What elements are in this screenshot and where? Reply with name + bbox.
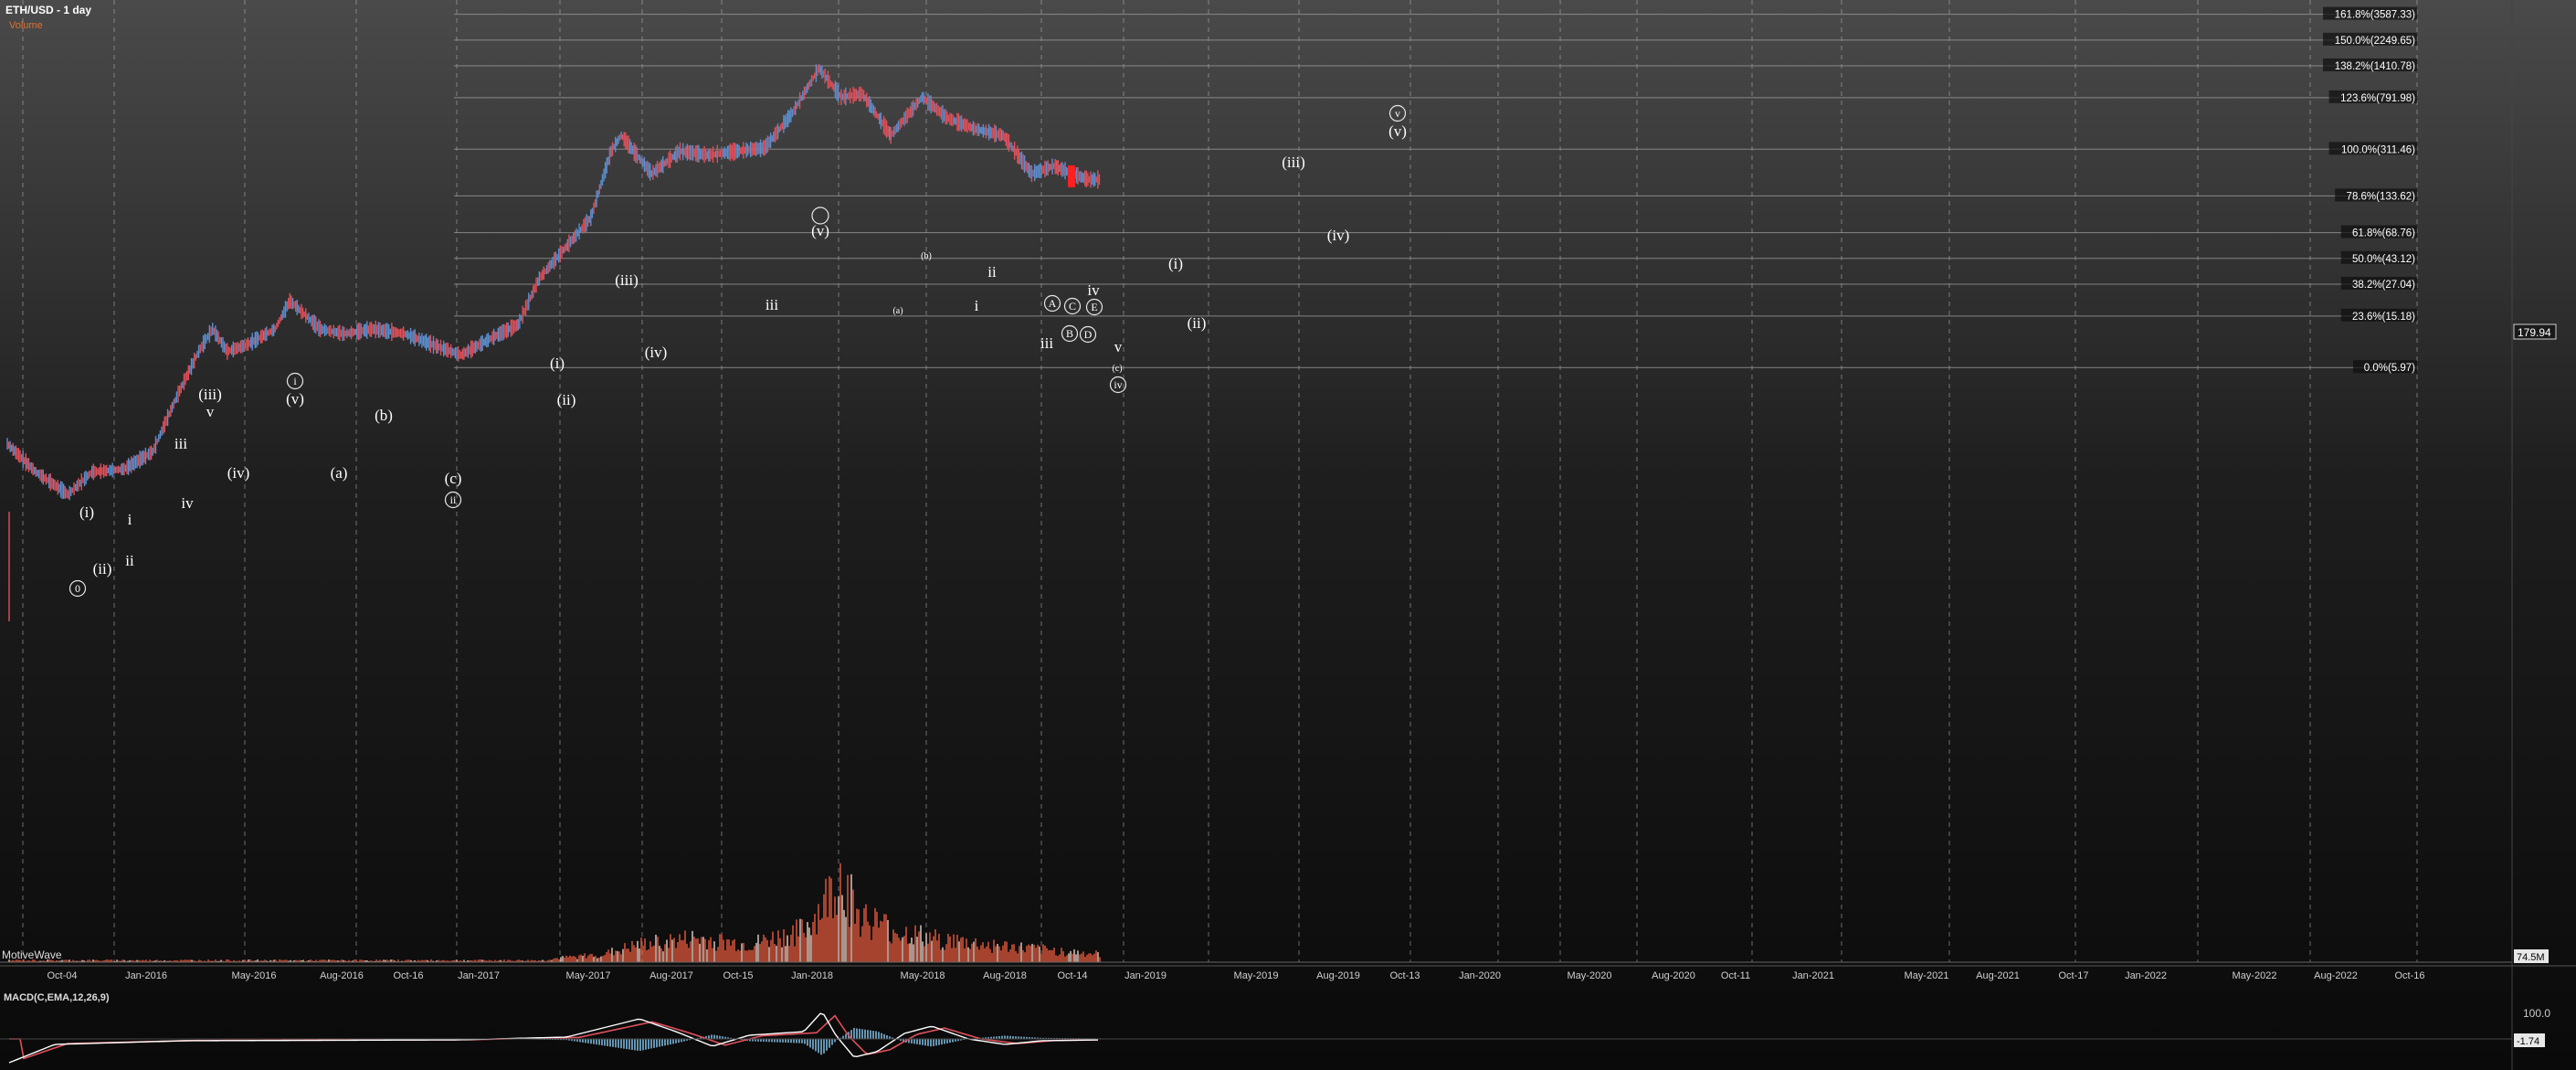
- wave-label: (v): [811, 222, 829, 239]
- wave-label: (c): [1112, 364, 1122, 374]
- wave-label: (ii): [93, 560, 112, 577]
- wave-label: A: [1049, 297, 1057, 310]
- x-tick-label: May-2021: [1905, 970, 1949, 981]
- wave-label: iii: [765, 296, 778, 313]
- wave-label: (a): [331, 464, 348, 482]
- wave-label: (a): [892, 306, 903, 316]
- x-tick-label: Jan-2022: [2125, 970, 2167, 981]
- wave-label: iv: [1114, 378, 1122, 391]
- watermark: MotiveWave: [2, 948, 62, 961]
- fib-label: 100.0%(311.46): [2341, 144, 2415, 155]
- x-tick-label: May-2016: [232, 970, 277, 981]
- wave-label: C: [1069, 300, 1076, 313]
- x-tick-label: May-2018: [901, 970, 945, 981]
- fib-label: 0.0%(5.97): [2364, 363, 2415, 374]
- macd-label: MACD(C,EMA,12,26,9): [4, 992, 110, 1003]
- wave-label: (b): [921, 251, 932, 261]
- wave-label: (c): [445, 470, 462, 487]
- fib-label: 50.0%(43.12): [2352, 254, 2415, 265]
- x-tick-label: May-2020: [1568, 970, 1612, 981]
- wave-label: iii: [1040, 334, 1053, 352]
- wave-label: iv: [181, 494, 194, 512]
- x-tick-label: Aug-2017: [649, 970, 693, 981]
- x-tick-label: Oct-13: [1389, 970, 1420, 981]
- x-tick-label: May-2017: [566, 970, 611, 981]
- wave-label: i: [128, 511, 132, 528]
- wave-label: (b): [375, 407, 393, 424]
- wave-label: E: [1091, 301, 1097, 313]
- wave-label: i: [975, 297, 979, 314]
- macd-axis-label: 100.0: [2523, 1007, 2550, 1020]
- x-tick-label: Jan-2018: [791, 970, 833, 981]
- wave-label: (ii): [1188, 314, 1207, 332]
- wave-label: (v): [1388, 122, 1407, 140]
- x-tick-label: Oct-16: [2394, 970, 2424, 981]
- fib-label: 150.0%(2249.65): [2335, 36, 2415, 47]
- x-axis: Oct-04 Jan-2016 May-2016 Aug-2016 Oct-16 Jan-…: [47, 970, 2424, 981]
- x-tick-label: Oct-17: [2058, 970, 2088, 981]
- fib-label: 161.8%(3587.33): [2335, 10, 2415, 21]
- wave-label: v: [1395, 107, 1400, 120]
- fib-label: 38.2%(27.04): [2352, 280, 2415, 291]
- fib-label: 23.6%(15.18): [2352, 312, 2415, 323]
- x-tick-label: May-2022: [2233, 970, 2277, 981]
- fib-label: 123.6%(791.98): [2340, 93, 2415, 104]
- wave-label: (iv): [645, 344, 668, 361]
- x-tick-label: Jan-2019: [1124, 970, 1167, 981]
- x-tick-label: Oct-14: [1057, 970, 1087, 981]
- last-bar-highlight: [1068, 165, 1075, 188]
- x-tick-label: Aug-2016: [320, 970, 364, 981]
- wave-label: v: [1114, 338, 1123, 355]
- fib-label: 138.2%(1410.78): [2335, 61, 2415, 72]
- wave-label: ii: [125, 552, 134, 569]
- x-tick-label: May-2019: [1234, 970, 1279, 981]
- wave-label: B: [1066, 327, 1073, 340]
- wave-label: v: [206, 403, 215, 420]
- x-tick-label: Oct-11: [1721, 970, 1750, 981]
- wave-label: (iii): [615, 271, 639, 289]
- x-tick-label: Jan-2020: [1459, 970, 1501, 981]
- wave-label: iv: [1087, 281, 1100, 299]
- wave-label: (i): [550, 355, 565, 372]
- x-tick-label: Aug-2020: [1652, 970, 1695, 981]
- wave-label: (iii): [198, 386, 222, 403]
- x-tick-label: Aug-2021: [1976, 970, 2020, 981]
- x-tick-label: Oct-15: [723, 970, 753, 981]
- wave-label: D: [1084, 328, 1093, 341]
- x-tick-label: Jan-2021: [1792, 970, 1834, 981]
- wave-label: (iii): [1282, 154, 1305, 171]
- wave-label: iii: [174, 435, 187, 452]
- x-tick-label: Aug-2019: [1316, 970, 1360, 981]
- fib-label: 61.8%(68.76): [2352, 228, 2415, 239]
- wave-label: (v): [286, 390, 304, 408]
- x-tick-label: Oct-04: [47, 970, 77, 981]
- chart-title: ETH/USD - 1 day: [5, 4, 91, 16]
- x-tick-label: Aug-2022: [2314, 970, 2358, 981]
- wave-label: (iv): [1327, 227, 1350, 244]
- chart-canvas[interactable]: 261.8%(187153.52)200.0%(16249.06)176.4%(…: [0, 0, 2576, 1070]
- fib-label: 78.6%(133.62): [2347, 191, 2416, 202]
- macd-badge: -1.74: [2517, 1036, 2539, 1047]
- wave-label: (ii): [557, 391, 576, 408]
- wave-label: (iv): [227, 464, 250, 482]
- wave-label: ii: [450, 493, 457, 506]
- volume-badge: 74.5M: [2517, 952, 2545, 963]
- price-badge: 179.94: [2518, 326, 2551, 339]
- x-tick-label: Jan-2017: [458, 970, 500, 981]
- wave-label: 0: [75, 582, 80, 595]
- wave-label: (i): [79, 503, 94, 521]
- x-tick-label: Aug-2018: [983, 970, 1027, 981]
- x-tick-label: Oct-16: [393, 970, 423, 981]
- x-tick-label: Jan-2016: [125, 970, 167, 981]
- volume-legend: Volume: [9, 20, 43, 31]
- wave-label: (i): [1168, 255, 1183, 272]
- wave-label: ii: [987, 263, 997, 281]
